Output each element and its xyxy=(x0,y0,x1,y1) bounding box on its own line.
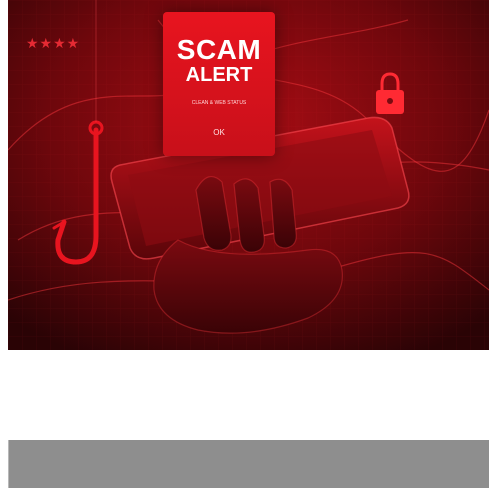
scam-alert-dialog: SCAM ALERT CLEAN & WEB STATUS OK xyxy=(163,12,275,156)
alert-ok-button[interactable]: OK xyxy=(213,128,225,137)
password-mask-text: ★★★★ xyxy=(26,36,81,52)
alert-message: CLEAN & WEB STATUS xyxy=(191,100,247,106)
alert-title: SCAM xyxy=(176,34,262,65)
page: ★★★★ SCAM ALERT CLEAN & WEB STATUS OK xyxy=(0,0,489,488)
bottom-gray-bar xyxy=(8,440,489,488)
alert-subtitle: ALERT xyxy=(185,64,253,86)
